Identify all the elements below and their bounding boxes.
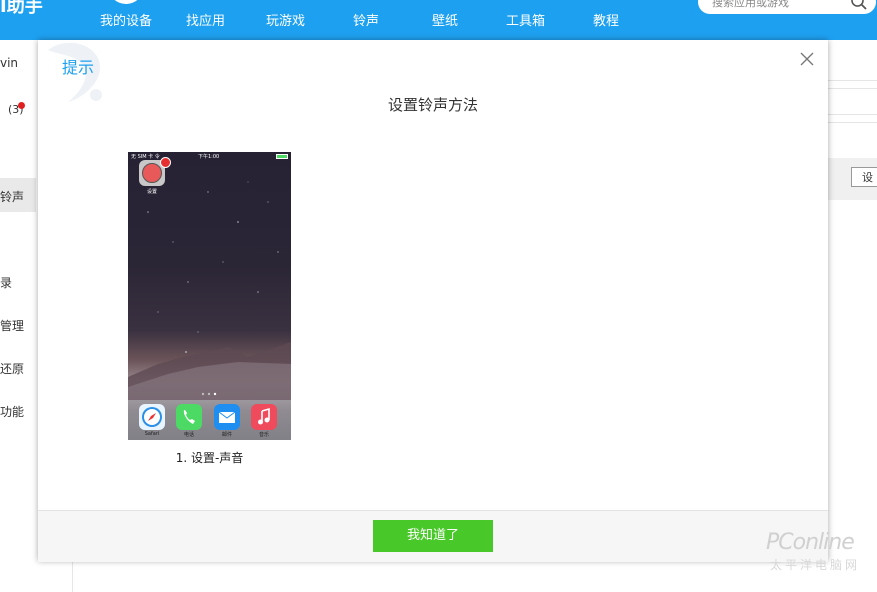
phone-screenshot: 无 SIM 卡 令 下午1:00 设置 Safari 电话 邮件 音乐	[128, 152, 291, 440]
notification-dot	[18, 102, 25, 109]
sidebar-device-name[interactable]: vin	[0, 56, 18, 70]
phone-carrier: 无 SIM 卡 令	[131, 154, 160, 160]
page-dots	[201, 392, 217, 396]
sidebar-item-restore[interactable]: 还原	[0, 360, 24, 377]
dialog-footer: 我知道了	[38, 510, 828, 562]
got-it-button[interactable]: 我知道了	[373, 520, 493, 552]
dock-label: 电话	[183, 432, 194, 438]
divider	[828, 88, 877, 89]
search-input[interactable]: 搜索应用或游戏	[712, 0, 789, 10]
dialog-title: 提示	[62, 58, 95, 77]
safari-icon	[139, 404, 165, 430]
nav-find-apps[interactable]: 找应用	[186, 10, 225, 29]
nav-toolbox[interactable]: 工具箱	[506, 10, 545, 29]
ringtone-help-dialog: 提示 设置铃声方法 无 SIM 卡 令 下午1:00 设置 Safari 电话 …	[38, 40, 828, 562]
nav-ringtones[interactable]: 铃声	[353, 10, 379, 29]
dock-label: Safari	[144, 431, 160, 437]
nav-tutorials[interactable]: 教程	[593, 10, 619, 29]
top-nav-bar: I助手 我的设备 找应用 玩游戏 铃声 壁纸 工具箱 教程 搜索应用或游戏	[0, 0, 877, 40]
phone-icon	[176, 404, 202, 430]
search-icon[interactable]	[850, 0, 868, 11]
device-avatar[interactable]	[108, 0, 144, 4]
mail-icon	[214, 404, 240, 430]
sidebar-item-ringtones[interactable]: 铃声	[0, 188, 24, 205]
divider	[828, 80, 877, 81]
music-icon	[251, 404, 277, 430]
sidebar-item-manage[interactable]: 管理	[0, 317, 24, 334]
site-watermark-sub: 太平洋电脑网	[770, 558, 861, 572]
dialog-subtitle: 设置铃声方法	[387, 96, 478, 114]
close-icon[interactable]	[800, 52, 814, 66]
sidebar-item-records[interactable]: 录	[0, 274, 12, 291]
sidebar-item-functions[interactable]: 功能	[0, 403, 24, 420]
nav-games[interactable]: 玩游戏	[266, 10, 305, 29]
nav-wallpapers[interactable]: 壁纸	[432, 10, 458, 29]
app-brand: I助手	[0, 0, 43, 17]
battery-icon	[276, 154, 288, 159]
dock-label: 邮件	[221, 432, 232, 438]
divider	[828, 114, 877, 115]
dock-label: 音乐	[258, 432, 269, 438]
nav-my-device[interactable]: 我的设备	[100, 10, 152, 29]
phone-dock: Safari 电话 邮件 音乐	[128, 400, 291, 440]
step-caption: 1. 设置-声音	[175, 451, 244, 465]
site-watermark: PConline	[766, 530, 855, 555]
set-ringtone-button[interactable]: 设	[851, 167, 877, 187]
phone-time: 下午1:00	[198, 154, 220, 160]
divider	[828, 122, 877, 123]
settings-badge	[160, 157, 171, 168]
settings-app-label: 设置	[146, 189, 157, 195]
settings-gear-icon	[142, 163, 162, 183]
search-box[interactable]: 搜索应用或游戏	[698, 0, 876, 14]
